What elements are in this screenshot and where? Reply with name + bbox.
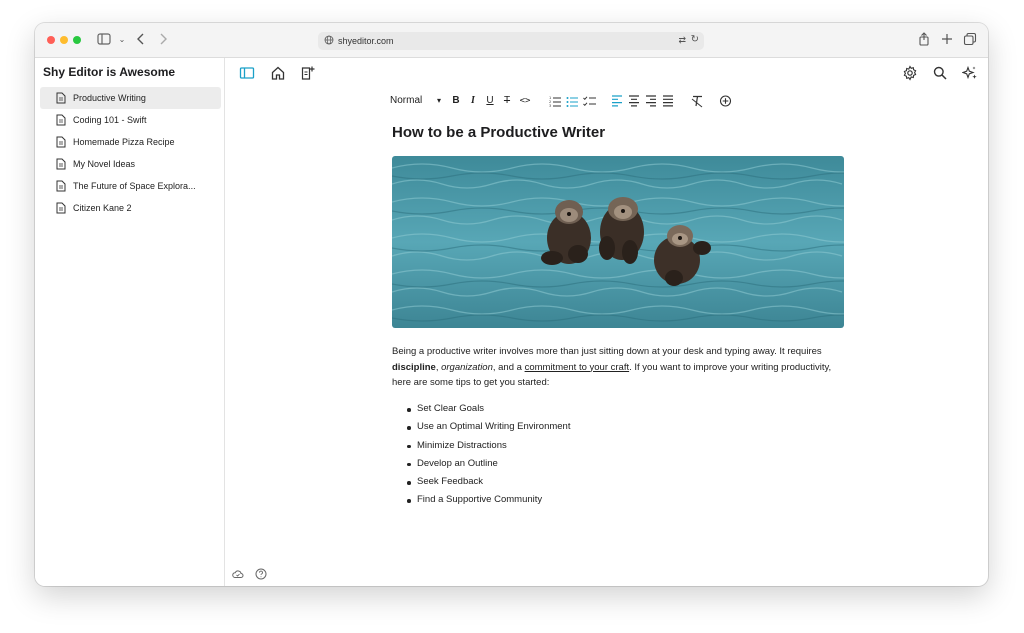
- list-item[interactable]: Seek Feedback: [392, 473, 570, 491]
- align-justify-icon[interactable]: [662, 93, 674, 109]
- document-icon: [56, 114, 66, 126]
- translate-icon[interactable]: ⇄: [678, 35, 686, 46]
- sidebar-item-label: Homemade Pizza Recipe: [73, 137, 175, 147]
- underline-icon[interactable]: U: [484, 93, 496, 109]
- reload-icon[interactable]: ↻: [691, 34, 699, 45]
- sidebar-toggle-icon[interactable]: [96, 32, 112, 48]
- new-document-icon[interactable]: [300, 65, 316, 81]
- close-window-button[interactable]: [47, 36, 55, 44]
- address-bar[interactable]: shyeditor.com ⇄ ↻: [318, 32, 704, 50]
- sea-otters-image: [392, 156, 844, 328]
- minimize-window-button[interactable]: [60, 36, 68, 44]
- chevron-down-icon[interactable]: ⌄: [114, 32, 130, 48]
- address-url: shyeditor.com: [338, 36, 394, 46]
- editor-area: Normal ▾ B I U T <> 123 How to be a Prod…: [225, 58, 988, 586]
- italic-text: organization: [441, 361, 493, 373]
- sidebar: Shy Editor is Awesome Productive Writing…: [35, 58, 225, 586]
- sidebar-item-pizza-recipe[interactable]: Homemade Pizza Recipe: [40, 131, 221, 153]
- sidebar-item-label: Coding 101 - Swift: [73, 115, 147, 125]
- share-icon[interactable]: [916, 32, 932, 48]
- list-item[interactable]: Minimize Distractions: [392, 437, 570, 455]
- text-style-select[interactable]: Normal: [390, 93, 428, 109]
- search-icon[interactable]: [932, 65, 948, 81]
- document-list: Productive Writing Coding 101 - Swift Ho…: [40, 87, 221, 219]
- sidebar-item-label: My Novel Ideas: [73, 159, 136, 169]
- new-tab-icon[interactable]: [939, 32, 955, 48]
- app-title: Shy Editor is Awesome: [43, 65, 176, 79]
- bold-text: discipline: [392, 361, 436, 373]
- caret-down-icon[interactable]: ▾: [434, 93, 444, 109]
- document-title[interactable]: How to be a Productive Writer: [392, 124, 605, 141]
- sidebar-item-novel-ideas[interactable]: My Novel Ideas: [40, 153, 221, 175]
- bold-icon[interactable]: B: [450, 93, 462, 109]
- italic-icon[interactable]: I: [467, 93, 479, 109]
- numbered-list-icon[interactable]: 123: [549, 93, 561, 109]
- document-icon: [56, 180, 66, 192]
- sidebar-item-productive-writing[interactable]: Productive Writing: [40, 87, 221, 109]
- document-icon: [56, 92, 66, 104]
- add-circle-icon[interactable]: [719, 93, 732, 109]
- list-item[interactable]: Find a Supportive Community: [392, 491, 570, 509]
- svg-text:3: 3: [549, 104, 551, 108]
- align-right-icon[interactable]: [645, 93, 657, 109]
- sidebar-item-space-exploration[interactable]: The Future of Space Explora...: [40, 175, 221, 197]
- sidebar-panel-icon[interactable]: [239, 65, 255, 81]
- checklist-icon[interactable]: [583, 93, 596, 109]
- forward-icon[interactable]: [155, 32, 171, 48]
- list-item[interactable]: Use an Optimal Writing Environment: [392, 418, 570, 436]
- document-icon: [56, 158, 66, 170]
- back-icon[interactable]: [133, 32, 149, 48]
- tab-overview-icon[interactable]: [962, 32, 978, 48]
- code-icon[interactable]: <>: [518, 93, 532, 109]
- sidebar-item-coding-101[interactable]: Coding 101 - Swift: [40, 109, 221, 131]
- sidebar-item-label: Citizen Kane 2: [73, 203, 132, 213]
- paragraph-text: Being a productive writer involves more …: [392, 346, 822, 357]
- home-icon[interactable]: [270, 65, 286, 81]
- paragraph-text: , and a: [492, 361, 525, 373]
- bullet-list-icon[interactable]: [566, 93, 578, 109]
- list-item[interactable]: Develop an Outline: [392, 455, 570, 473]
- ai-sparkle-icon[interactable]: [962, 65, 978, 81]
- align-center-icon[interactable]: [628, 93, 640, 109]
- browser-window: ⌄ shyeditor.com ⇄ ↻ Shy Editor is Awesom…: [35, 23, 988, 586]
- document-icon: [56, 136, 66, 148]
- globe-icon: [324, 35, 334, 45]
- clear-formatting-icon[interactable]: [691, 93, 703, 109]
- list-item[interactable]: Set Clear Goals: [392, 400, 570, 418]
- body-paragraph[interactable]: Being a productive writer involves more …: [392, 344, 852, 391]
- underlined-text: commitment to your craft: [524, 361, 630, 373]
- settings-gear-icon[interactable]: [902, 65, 918, 81]
- sidebar-item-label: The Future of Space Explora...: [73, 181, 196, 191]
- align-left-icon[interactable]: [611, 93, 623, 109]
- strikethrough-icon[interactable]: T: [501, 93, 513, 109]
- browser-titlebar: ⌄ shyeditor.com ⇄ ↻: [35, 23, 988, 58]
- sidebar-item-citizen-kane[interactable]: Citizen Kane 2: [40, 197, 221, 219]
- tips-list: Set Clear Goals Use an Optimal Writing E…: [392, 400, 570, 510]
- maximize-window-button[interactable]: [73, 36, 81, 44]
- sidebar-item-label: Productive Writing: [73, 93, 146, 103]
- document-icon: [56, 202, 66, 214]
